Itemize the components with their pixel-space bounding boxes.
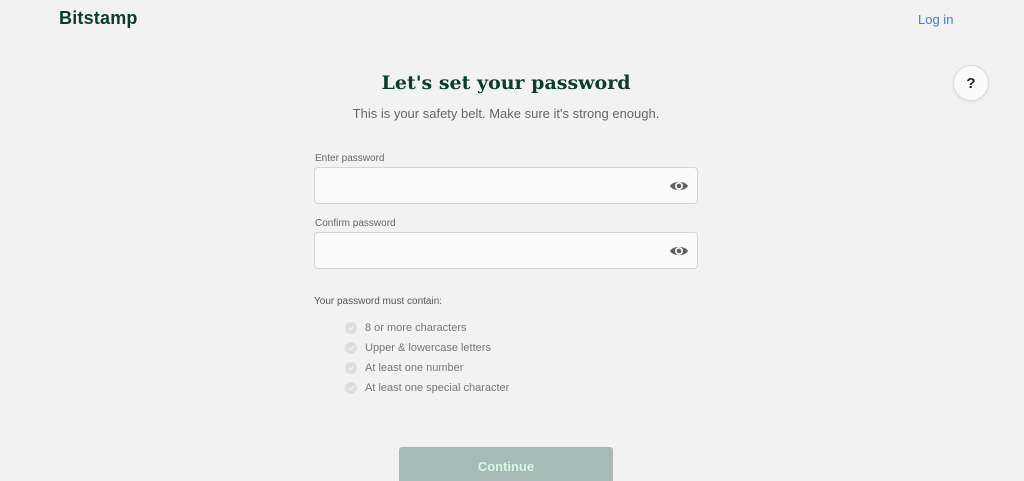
- rule-label: 8 or more characters: [365, 322, 467, 334]
- rule-label: At least one number: [365, 362, 464, 374]
- check-circle-icon: [345, 382, 357, 394]
- password-input[interactable]: [315, 168, 655, 203]
- rule-item: At least one number: [345, 358, 509, 378]
- page-subtitle: This is your safety belt. Make sure it's…: [352, 106, 660, 121]
- password-label: Enter password: [315, 153, 385, 164]
- rule-label: At least one special character: [365, 382, 510, 394]
- bitstamp-logo[interactable]: Bitstamp: [59, 8, 138, 29]
- rule-item: At least one special character: [345, 378, 509, 398]
- eye-icon[interactable]: [669, 177, 689, 195]
- confirm-password-input[interactable]: [315, 233, 655, 268]
- login-link[interactable]: Log in: [918, 12, 953, 27]
- confirm-password-label: Confirm password: [315, 218, 396, 229]
- page: Bitstamp Log in ? Let's set your passwor…: [0, 0, 1024, 481]
- password-rules-heading: Your password must contain:: [314, 296, 443, 307]
- rule-item: 8 or more characters: [345, 318, 509, 338]
- confirm-password-field: [314, 232, 698, 269]
- eye-icon[interactable]: [669, 242, 689, 260]
- page-title: Let's set your password: [381, 72, 631, 94]
- password-rules-list: 8 or more characters Upper & lowercase l…: [345, 318, 509, 398]
- check-circle-icon: [345, 322, 357, 334]
- continue-button[interactable]: Continue: [399, 447, 613, 481]
- check-circle-icon: [345, 362, 357, 374]
- rule-label: Upper & lowercase letters: [365, 342, 491, 354]
- password-field: [314, 167, 698, 204]
- check-circle-icon: [345, 342, 357, 354]
- rule-item: Upper & lowercase letters: [345, 338, 509, 358]
